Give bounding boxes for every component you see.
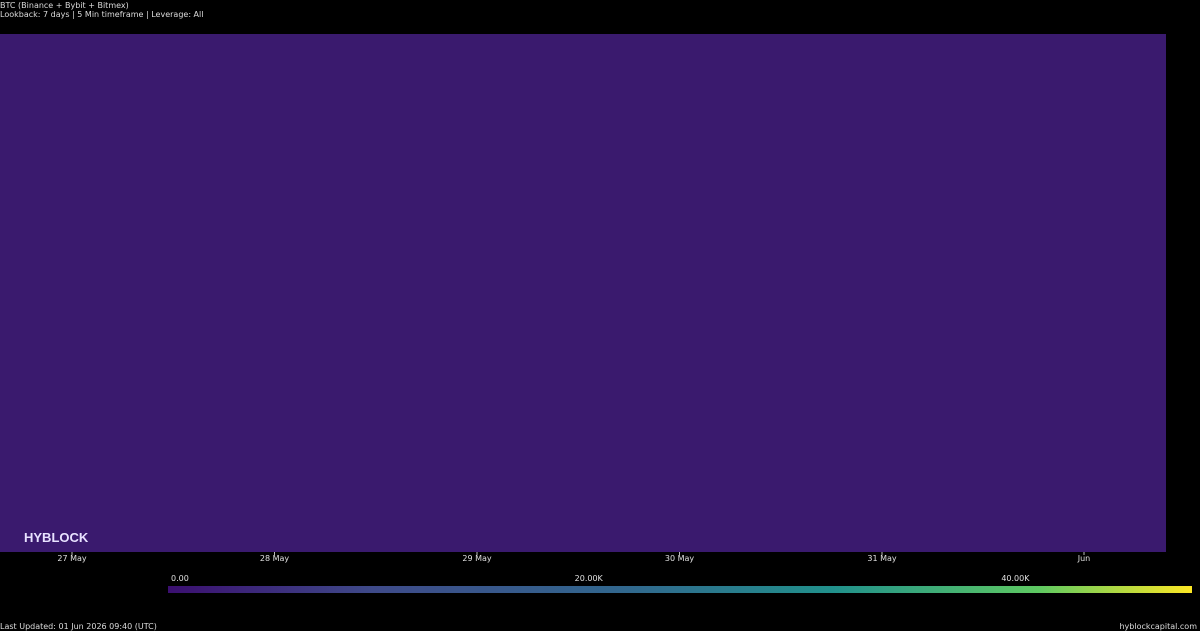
colorbar <box>168 586 1192 593</box>
liquidation-heatmap-chart: 70000.071000.072000.073000.074000.075000… <box>0 34 1192 593</box>
x-tick-label: 29 May <box>462 554 492 563</box>
colorbar-tick-label: 20.00K <box>575 574 604 583</box>
x-tick-label: Jun <box>1077 554 1091 563</box>
hyblock-watermark: HYBLOCK <box>24 530 89 545</box>
x-tick-label: 31 May <box>867 554 897 563</box>
colorbar-tick-label: 40.00K <box>1001 574 1030 583</box>
x-tick-label: 27 May <box>57 554 87 563</box>
colorbar-tick-label: 0.00 <box>171 574 189 583</box>
x-tick-label: 30 May <box>665 554 695 563</box>
site-url: hyblockcapital.com <box>1119 622 1197 631</box>
last-updated-text: Last Updated: 01 Jun 2026 09:40 (UTC) <box>0 622 157 631</box>
x-tick-label: 28 May <box>260 554 290 563</box>
plot-area <box>0 34 1166 552</box>
